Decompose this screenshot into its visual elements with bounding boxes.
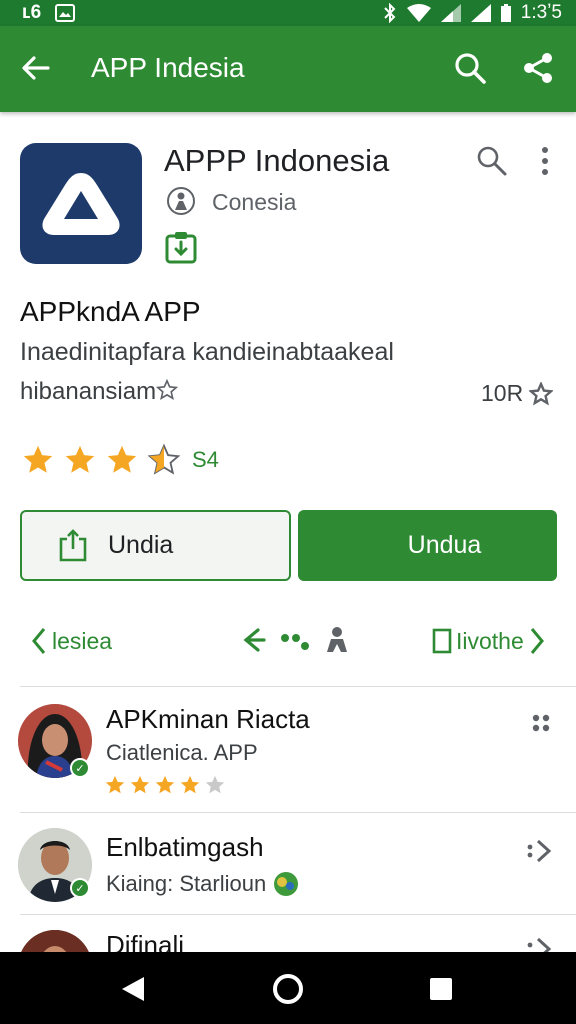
secondary-download-button[interactable]: Undia	[20, 510, 291, 581]
chevron-left-icon	[32, 628, 46, 654]
app-description: Inaedinitapfara kandieinabtaakeal	[20, 338, 394, 366]
star-icon	[180, 775, 200, 794]
review-item[interactable]: ✓ APKminan Riacta Ciatlenica. APP	[0, 700, 576, 810]
verified-icon: ✓	[70, 878, 90, 898]
share-icon[interactable]	[520, 50, 556, 86]
reviews-count: 10R	[481, 380, 554, 407]
star-icon	[130, 775, 150, 794]
app-title: APPP Indonesia	[164, 143, 390, 178]
developer-icon	[167, 187, 195, 215]
developer-name[interactable]: Conesia	[212, 189, 296, 216]
window-icon	[432, 628, 452, 654]
sticker-icon	[274, 872, 299, 896]
app-bar: APP Indesia	[0, 26, 576, 112]
more-vert-icon[interactable]	[528, 143, 562, 179]
status-time: 1:3ʼ5	[520, 2, 562, 23]
divider	[20, 914, 576, 915]
verified-icon: ✓	[70, 758, 90, 778]
download-icon	[59, 528, 87, 561]
grid-icon[interactable]	[524, 708, 558, 738]
star-icon	[107, 445, 137, 473]
recents-square-icon[interactable]	[428, 976, 454, 1002]
star-icon	[65, 445, 95, 473]
review-subtitle: Kiaing: Starlioun	[106, 870, 300, 898]
search-icon[interactable]	[452, 50, 488, 86]
app-bar-title: APP Indesia	[91, 52, 245, 83]
nav-next[interactable]: Iivothe	[432, 626, 546, 656]
app-icon	[20, 143, 142, 264]
reply-arrow-icon[interactable]	[524, 836, 558, 866]
secondary-button-label: Undia	[108, 531, 174, 559]
chevron-right-icon	[530, 628, 544, 654]
star-icon	[23, 445, 53, 473]
bluetooth-icon	[384, 3, 396, 23]
status-bar: ʟ6 1:3ʼ5	[0, 0, 576, 26]
star-icon	[529, 381, 554, 405]
app-logo-icon	[42, 172, 120, 235]
review-name: APKminan Riacta	[106, 704, 310, 734]
star-half-icon	[147, 443, 181, 475]
review-item[interactable]: ✓ Enlbatimgash Kiaing: Starlioun	[0, 824, 576, 914]
reviews-count-text: 10R	[481, 380, 524, 406]
battery-icon	[500, 4, 511, 22]
dots-icon[interactable]	[280, 626, 312, 656]
app-description-2-text: hibanansiam	[20, 378, 157, 405]
status-left-text: ʟ6	[22, 2, 42, 23]
home-circle-icon[interactable]	[271, 972, 305, 1006]
star-icon	[155, 775, 175, 794]
review-name: Difinali	[106, 930, 185, 952]
nav-previous-label: lesiea	[52, 627, 113, 654]
review-item[interactable]: Difinali	[0, 926, 576, 952]
app-rating: S4	[20, 443, 219, 477]
system-nav-bar	[0, 952, 576, 1024]
rating-count: S4	[192, 447, 219, 472]
nav-middle-icons	[240, 626, 350, 656]
star-outline-icon	[155, 378, 179, 400]
divider	[20, 812, 576, 813]
app-description-2: hibanansiam	[20, 378, 179, 406]
image-notification-icon	[55, 4, 76, 22]
nav-previous[interactable]: lesiea	[30, 626, 112, 656]
divider	[20, 686, 576, 687]
nav-row: lesiea Iivothe	[0, 618, 576, 666]
avatar	[18, 930, 92, 952]
reply-icon[interactable]	[240, 626, 268, 656]
install-button[interactable]: Undua	[298, 510, 557, 581]
search-icon[interactable]	[474, 143, 510, 179]
review-subtitle-text: Kiaing: Starlioun	[106, 871, 267, 896]
star-icon	[105, 775, 125, 794]
app-subtitle: APPkndA APP	[20, 296, 201, 327]
download-badge-icon	[165, 232, 197, 264]
reply-arrow-icon[interactable]	[524, 934, 558, 952]
signal-icon-2	[470, 4, 491, 22]
arrow-back-icon[interactable]	[18, 50, 54, 86]
back-triangle-icon[interactable]	[118, 974, 148, 1004]
avatar-image	[18, 930, 92, 952]
person-pin-icon[interactable]	[324, 626, 350, 656]
nav-next-label: Iivothe	[456, 627, 524, 654]
review-stars	[104, 774, 226, 796]
signal-icon	[440, 4, 461, 22]
install-button-label: Undua	[407, 531, 482, 559]
review-subtitle: Ciatlenica. APP	[106, 740, 258, 765]
review-name: Enlbatimgash	[106, 832, 264, 862]
wifi-icon	[406, 4, 431, 22]
star-empty-icon	[205, 775, 225, 794]
